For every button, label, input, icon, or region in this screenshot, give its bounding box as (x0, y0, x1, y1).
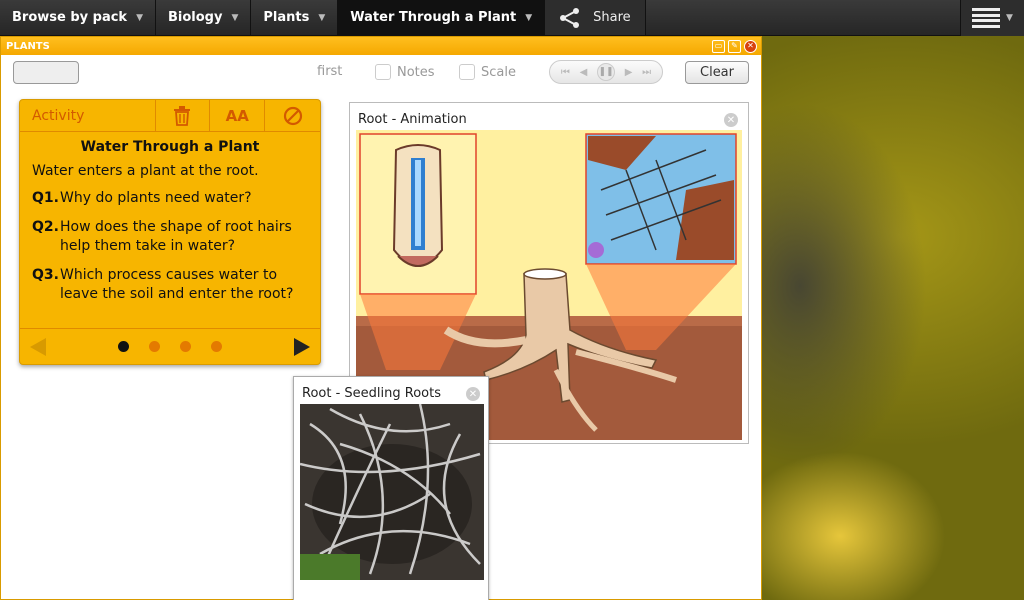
menu-icon (972, 8, 1001, 28)
window-title: PLANTS (6, 40, 50, 52)
restore-icon[interactable]: ▭ (712, 39, 725, 53)
notes-checkbox[interactable] (375, 64, 391, 80)
activity-panel: Activity AA Water Through a Plant Water … (19, 99, 321, 365)
skip-end-icon[interactable]: ⏭ (642, 67, 651, 78)
close-window-icon[interactable]: ✕ (744, 39, 757, 53)
nav-plants[interactable]: Plants ▼ (251, 0, 339, 35)
clear-button[interactable]: Clear (685, 61, 749, 84)
first-label: first (317, 64, 343, 79)
toolbar-button-hidden[interactable] (13, 61, 79, 84)
chevron-down-icon: ▼ (136, 12, 143, 23)
scale-label: Scale (481, 64, 516, 80)
page-indicator (118, 341, 222, 352)
close-icon[interactable]: ✕ (466, 387, 480, 401)
scale-toggle[interactable]: Scale (459, 64, 516, 80)
next-icon[interactable] (294, 337, 310, 356)
question-item: Q2. How does the shape of root hairs hel… (32, 218, 310, 256)
nav-label: Browse by pack (12, 10, 128, 25)
question-text: How does the shape of root hairs help th… (60, 219, 292, 254)
chevron-down-icon: ▼ (1006, 13, 1013, 23)
question-text: Which process causes water to leave the … (60, 267, 294, 302)
seedling-roots-title: Root - Seedling Roots (302, 386, 441, 401)
pause-icon[interactable]: ❚❚ (597, 63, 615, 81)
question-number: Q2. (32, 219, 59, 235)
skip-start-icon[interactable]: ⏮ (561, 67, 570, 78)
trash-icon (174, 105, 191, 126)
prev-icon[interactable] (30, 337, 46, 356)
reset-button[interactable] (265, 100, 320, 131)
step-forward-icon[interactable]: ▶ (625, 67, 633, 78)
page-dot[interactable] (118, 341, 129, 352)
notes-toggle[interactable]: Notes (375, 64, 435, 80)
page-dot[interactable] (211, 341, 222, 352)
top-nav-bar: Browse by pack ▼ Biology ▼ Plants ▼ Wate… (0, 0, 1024, 36)
refresh-icon (283, 106, 302, 125)
seedling-roots-photo (300, 404, 484, 580)
activity-tab[interactable]: Activity (20, 100, 156, 131)
step-back-icon[interactable]: ◀ (580, 67, 588, 78)
question-number: Q1. (32, 190, 59, 206)
notes-label: Notes (397, 64, 435, 80)
activity-header: Activity AA (20, 100, 320, 132)
page-dot[interactable] (180, 341, 191, 352)
nav-water-through-a-plant[interactable]: Water Through a Plant ▼ (338, 0, 546, 35)
nav-biology[interactable]: Biology ▼ (156, 0, 252, 35)
edit-icon[interactable]: ✎ (728, 39, 741, 53)
trash-button[interactable] (156, 100, 211, 131)
share-icon (560, 7, 580, 28)
chevron-down-icon: ▼ (525, 12, 533, 23)
first-toggle[interactable]: first (317, 64, 342, 79)
question-number: Q3. (32, 267, 59, 283)
toolbar: first Notes Scale ⏮ ◀ ❚❚ ▶ ⏭ Clear (1, 55, 761, 89)
plants-window: PLANTS ▭ ✎ ✕ first Notes Scale ⏮ ◀ ❚❚ ▶ … (0, 36, 762, 600)
seedling-roots-window[interactable]: Root - Seedling Roots ✕ (293, 376, 489, 600)
nav-label: Plants (263, 10, 310, 25)
plants-title-bar[interactable]: PLANTS ▭ ✎ ✕ (1, 37, 761, 55)
main-menu-button[interactable]: ▼ (960, 0, 1024, 36)
scale-checkbox[interactable] (459, 64, 475, 80)
nav-label: Water Through a Plant (350, 10, 517, 25)
close-icon[interactable]: ✕ (724, 113, 738, 127)
page-dot[interactable] (149, 341, 160, 352)
share-label: Share (593, 10, 631, 25)
question-item: Q3. Which process causes water to leave … (32, 266, 310, 304)
chevron-down-icon: ▼ (231, 12, 239, 23)
nav-browse-by-pack[interactable]: Browse by pack ▼ (0, 0, 156, 35)
share-button[interactable]: Share (545, 0, 646, 35)
chevron-down-icon: ▼ (318, 12, 326, 23)
question-item: Q1. Why do plants need water? (32, 189, 310, 208)
root-animation-title: Root - Animation (358, 112, 467, 127)
activity-footer (20, 328, 320, 364)
nav-label: Biology (168, 10, 223, 25)
activity-intro: Water enters a plant at the root. (32, 163, 259, 179)
font-size-icon: AA (225, 106, 249, 125)
question-text: Why do plants need water? (60, 190, 252, 206)
activity-title: Water Through a Plant (80, 139, 260, 155)
font-size-button[interactable]: AA (210, 100, 266, 131)
playback-controls: ⏮ ◀ ❚❚ ▶ ⏭ (549, 60, 663, 84)
